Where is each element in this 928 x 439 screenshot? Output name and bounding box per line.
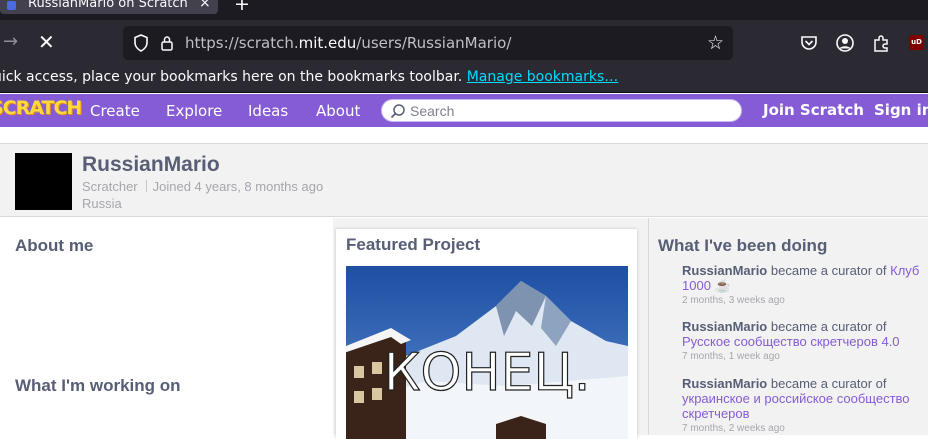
left-column: About me What I'm working on — [0, 218, 333, 435]
new-tab-button[interactable]: + — [234, 0, 250, 15]
activity-column: What I've been doing RussianMario became… — [648, 218, 928, 435]
profile-joined: Joined 4 years, 8 months ago — [152, 179, 324, 194]
ublock-origin-icon[interactable]: uD — [909, 35, 924, 50]
activity-user[interactable]: RussianMario — [682, 319, 767, 334]
project-image-text: КОНЕЦ. — [384, 343, 591, 403]
activity-target-link[interactable]: Русское сообщество скретчеров 4.0 — [682, 334, 900, 349]
forward-arrow-icon[interactable]: → — [3, 31, 18, 52]
sign-in-link[interactable]: Sign in — [874, 101, 928, 119]
bookmark-star-icon[interactable]: ☆ — [707, 32, 724, 54]
search-input[interactable] — [410, 102, 730, 119]
profile-meta: Scratcher Joined 4 years, 8 months ago — [82, 179, 323, 194]
browser-navigation-bar: → ✕ https://scratch.mit.edu/users/Russia… — [0, 20, 928, 66]
activity-item: RussianMario became a curator of Клуб 10… — [682, 263, 922, 306]
lock-icon[interactable] — [160, 35, 174, 51]
manage-bookmarks-link[interactable]: Manage bookmarks… — [467, 69, 619, 85]
activity-user[interactable]: RussianMario — [682, 263, 767, 278]
activity-time: 7 months, 2 weeks ago — [682, 423, 785, 434]
pocket-icon[interactable] — [799, 33, 819, 53]
nav-create-link[interactable]: Create — [90, 102, 140, 120]
activity-action: became a curator of — [770, 319, 887, 334]
search-box[interactable] — [381, 99, 742, 122]
browser-tab[interactable]: RussianMario on Scratch × — [0, 0, 218, 14]
stop-loading-icon[interactable]: ✕ — [38, 30, 55, 54]
activity-item: RussianMario became a curator of Русское… — [682, 319, 922, 362]
nav-ideas-link[interactable]: Ideas — [248, 102, 288, 120]
search-icon — [390, 104, 405, 119]
profile-username: RussianMario — [82, 153, 220, 176]
scratch-navbar: SCRATCH Create Explore Ideas About Join … — [0, 94, 928, 127]
url-text[interactable]: https://scratch.mit.edu/users/RussianMar… — [185, 34, 511, 52]
bookmarks-toolbar: uick access, place your bookmarks here o… — [0, 66, 928, 93]
tab-title: RussianMario on Scratch — [28, 0, 188, 11]
profile-location: Russia — [82, 196, 122, 211]
activity-item: RussianMario became a curator of украинс… — [682, 376, 922, 434]
account-icon[interactable] — [835, 33, 855, 53]
activity-action: became a curator of — [770, 376, 887, 391]
featured-column: Featured Project КОНЕЦ. — [333, 218, 648, 439]
bookmarks-hint: uick access, place your bookmarks here o… — [0, 69, 619, 85]
browser-tab-bar: RussianMario on Scratch × + — [0, 0, 928, 20]
avatar — [15, 153, 72, 210]
featured-project-thumbnail[interactable]: КОНЕЦ. — [346, 266, 628, 439]
activity-time: 7 months, 1 week ago — [682, 351, 780, 362]
activity-action: became a curator of — [770, 263, 887, 278]
activity-time: 2 months, 3 weeks ago — [682, 295, 785, 306]
close-tab-icon[interactable]: × — [199, 0, 211, 11]
featured-project-heading: Featured Project — [346, 235, 481, 254]
activity-target-link[interactable]: украинское и российское сообщество скрет… — [682, 391, 910, 421]
profile-role: Scratcher — [82, 179, 138, 194]
about-me-heading: About me — [15, 236, 94, 255]
featured-project-box: Featured Project КОНЕЦ. — [336, 229, 637, 439]
nav-about-link[interactable]: About — [316, 102, 360, 120]
working-on-heading: What I'm working on — [15, 376, 181, 395]
scratch-favicon-icon — [7, 1, 16, 10]
profile-header: RussianMario Scratcher Joined 4 years, 8 … — [0, 143, 928, 217]
tracking-protection-shield-icon[interactable] — [133, 34, 149, 52]
activity-heading: What I've been doing — [658, 236, 828, 255]
extensions-puzzle-icon[interactable] — [871, 33, 891, 53]
address-bar[interactable]: https://scratch.mit.edu/users/RussianMar… — [123, 26, 733, 60]
join-scratch-link[interactable]: Join Scratch — [763, 101, 864, 119]
nav-explore-link[interactable]: Explore — [166, 102, 222, 120]
activity-user[interactable]: RussianMario — [682, 376, 767, 391]
scratch-logo[interactable]: SCRATCH — [0, 97, 82, 119]
